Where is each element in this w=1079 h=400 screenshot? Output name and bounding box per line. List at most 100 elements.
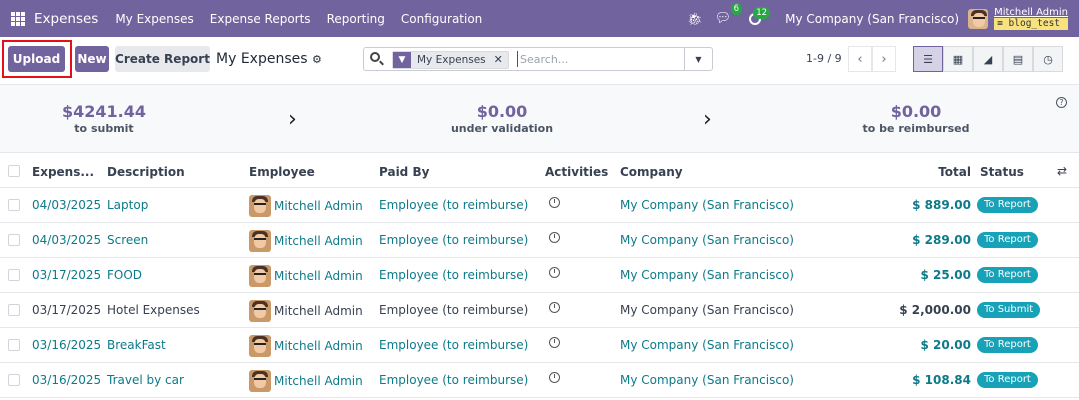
under-validation-value: $0.00: [476, 102, 528, 121]
navbar-systray: 🐞︎ 💬︎ 6 12 My Company (San Francisco) Mi…: [687, 0, 1079, 37]
company-switcher[interactable]: My Company (San Francisco): [785, 12, 959, 26]
help-icon[interactable]: ?: [1056, 97, 1067, 108]
row-company: My Company (San Francisco): [620, 338, 794, 352]
row-checkbox[interactable]: [8, 269, 20, 281]
column-header-paid-by[interactable]: Paid By: [379, 165, 429, 179]
view-title: My Expenses ⚙: [216, 51, 322, 67]
column-header-company[interactable]: Company: [620, 165, 683, 179]
row-activity[interactable]: [549, 302, 560, 313]
search-input[interactable]: [517, 51, 677, 67]
row-description: Laptop: [107, 198, 149, 212]
row-employee[interactable]: Mitchell Admin: [249, 335, 363, 357]
menu-item-my-expenses[interactable]: My Expenses: [115, 12, 193, 26]
row-date: 03/16/2025: [32, 373, 102, 387]
column-header-description[interactable]: Description: [107, 165, 185, 179]
employee-name: Mitchell Admin: [274, 304, 363, 318]
table-row[interactable]: 03/17/2025 FOOD Mitchell Admin Employee …: [0, 258, 1079, 293]
employee-avatar: [249, 370, 271, 392]
messages-icon[interactable]: 💬︎ 6: [715, 3, 743, 26]
menu-item-expense-reports[interactable]: Expense Reports: [210, 12, 311, 26]
row-paid-by: Employee (to reimburse): [379, 198, 529, 212]
activity-clock-icon: [549, 337, 560, 348]
table-row[interactable]: 03/16/2025 BreakFast Mitchell Admin Empl…: [0, 328, 1079, 363]
list-view-button[interactable]: ☰: [913, 46, 943, 72]
row-activity[interactable]: [549, 372, 560, 383]
new-button[interactable]: New: [75, 46, 109, 72]
row-company: My Company (San Francisco): [620, 373, 794, 387]
row-date: 03/16/2025: [32, 338, 102, 352]
optional-columns-icon[interactable]: ⇄: [1057, 164, 1067, 178]
to-submit-stat[interactable]: $4241.44 to submit: [4, 102, 204, 136]
main-menu: My Expenses Expense Reports Reporting Co…: [115, 12, 498, 26]
employee-avatar: [249, 195, 271, 217]
table-row[interactable]: 03/17/2025 Hotel Expenses Mitchell Admin…: [0, 293, 1079, 328]
row-description: Travel by car: [107, 373, 184, 387]
row-checkbox[interactable]: [8, 374, 20, 386]
activities-clock-icon[interactable]: 12: [749, 6, 771, 25]
row-activity[interactable]: [549, 197, 560, 208]
database-badge: ≡ blog_test: [994, 18, 1068, 30]
row-total: $ 20.00: [920, 338, 971, 352]
column-header-activities[interactable]: Activities: [545, 165, 608, 179]
row-date: 03/17/2025: [32, 268, 102, 282]
gear-icon[interactable]: ⚙: [312, 53, 322, 66]
row-total: $ 889.00: [912, 198, 971, 212]
row-employee[interactable]: Mitchell Admin: [249, 195, 363, 217]
pager-next-button[interactable]: ›: [872, 46, 896, 72]
create-report-button[interactable]: Create Report: [115, 46, 210, 72]
row-description: Screen: [107, 233, 149, 247]
row-status: To Report: [977, 336, 1038, 353]
column-header-status[interactable]: Status: [980, 165, 1024, 179]
activity-view-button[interactable]: ◷: [1033, 46, 1063, 72]
kanban-view-button[interactable]: ▦: [943, 46, 973, 72]
pager-previous-button[interactable]: ‹: [848, 46, 872, 72]
row-checkbox[interactable]: [8, 234, 20, 246]
search-options-toggle[interactable]: ▼: [684, 48, 712, 70]
table-row[interactable]: 03/16/2025 Travel by car Mitchell Admin …: [0, 363, 1079, 398]
table-row[interactable]: 04/03/2025 Screen Mitchell Admin Employe…: [0, 223, 1079, 258]
status-badge: To Report: [977, 232, 1038, 248]
search-icon[interactable]: [370, 52, 380, 62]
facet-label: My Expenses: [417, 54, 486, 66]
user-name: Mitchell Admin: [994, 7, 1068, 18]
row-employee[interactable]: Mitchell Admin: [249, 265, 363, 287]
row-employee[interactable]: Mitchell Admin: [249, 370, 363, 392]
apps-grid-icon[interactable]: [11, 11, 25, 26]
to-be-reimbursed-stat[interactable]: $0.00 to be reimbursed: [816, 103, 1016, 136]
row-activity[interactable]: [549, 232, 560, 243]
row-checkbox[interactable]: [8, 304, 20, 316]
row-employee[interactable]: Mitchell Admin: [249, 230, 363, 252]
pivot-view-button[interactable]: ▤: [1003, 46, 1033, 72]
top-navbar: Expenses My Expenses Expense Reports Rep…: [0, 0, 1079, 37]
app-title[interactable]: Expenses: [34, 11, 98, 27]
row-date: 04/03/2025: [32, 233, 102, 247]
facet-remove-icon[interactable]: ✕: [492, 52, 508, 68]
menu-item-configuration[interactable]: Configuration: [401, 12, 482, 26]
row-checkbox[interactable]: [8, 199, 20, 211]
debug-bug-icon[interactable]: 🐞︎: [687, 12, 702, 26]
status-badge: To Report: [977, 197, 1038, 213]
select-all-checkbox[interactable]: [8, 165, 20, 177]
upload-button[interactable]: Upload: [8, 46, 65, 72]
breadcrumb-title: My Expenses: [216, 51, 308, 67]
row-company: My Company (San Francisco): [620, 303, 794, 317]
row-description: BreakFast: [107, 338, 166, 352]
column-header-date[interactable]: Expens...: [32, 165, 94, 179]
row-activity[interactable]: [549, 267, 560, 278]
employee-name: Mitchell Admin: [274, 339, 363, 353]
column-header-total[interactable]: Total: [938, 165, 971, 179]
search-bar: ▼ My Expenses ✕ ▼: [363, 47, 713, 71]
table-row[interactable]: 04/03/2025 Laptop Mitchell Admin Employe…: [0, 188, 1079, 223]
pager-value[interactable]: 1-9 / 9: [806, 52, 842, 65]
user-avatar[interactable]: [968, 8, 989, 29]
row-checkbox[interactable]: [8, 339, 20, 351]
to-submit-value: $4241.44: [61, 102, 146, 121]
graph-view-button[interactable]: ◢: [973, 46, 1003, 72]
row-activity[interactable]: [549, 337, 560, 348]
under-validation-stat[interactable]: $0.00 under validation: [402, 102, 602, 136]
activities-count-badge: 12: [753, 6, 771, 19]
column-header-employee[interactable]: Employee: [249, 165, 315, 179]
row-employee[interactable]: Mitchell Admin: [249, 300, 363, 322]
user-menu[interactable]: Mitchell Admin ≡ blog_test: [994, 7, 1068, 30]
menu-item-reporting[interactable]: Reporting: [327, 12, 385, 26]
